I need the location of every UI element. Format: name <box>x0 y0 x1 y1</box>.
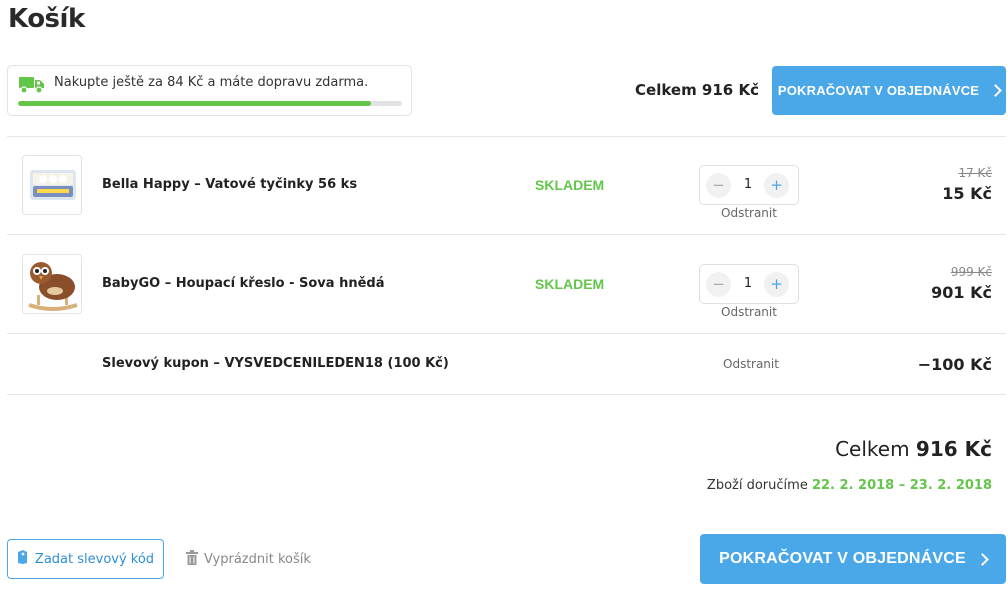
divider <box>7 333 1006 334</box>
coupon-amount: −100 Kč <box>917 355 992 374</box>
decrease-quantity-button[interactable]: − <box>706 173 731 198</box>
item-name[interactable]: BabyGO – Houpací křeslo - Sova hnědá <box>102 276 384 291</box>
delivery-dates: 22. 2. 2018 – 23. 2. 2018 <box>811 478 992 493</box>
quantity-stepper: − 1 + <box>699 165 799 205</box>
remove-item-link[interactable]: Odstranit <box>721 206 777 220</box>
remove-coupon-link[interactable]: Odstranit <box>723 357 779 371</box>
continue-order-label: POKRAČOVAT V OBJEDNÁVCE <box>719 550 966 567</box>
quantity-stepper: − 1 + <box>699 264 799 304</box>
product-image-cotton-buds[interactable] <box>22 155 82 215</box>
remove-item-link[interactable]: Odstranit <box>721 305 777 319</box>
increase-quantity-button[interactable]: + <box>764 173 789 198</box>
delivery-label: Zboží doručíme <box>706 478 808 493</box>
coupon-name: Slevový kupon – VYSVEDCENILEDEN18 (100 K… <box>102 356 449 371</box>
divider <box>7 394 1006 395</box>
shipping-progress-bar <box>18 101 402 106</box>
truck-icon <box>19 76 45 94</box>
product-image-owl-rocker[interactable] <box>22 254 82 314</box>
enter-coupon-label: Zadat slevový kód <box>34 551 155 567</box>
item-price: 15 Kč <box>942 184 992 203</box>
grand-total: Celkem 916 Kč <box>835 437 992 461</box>
continue-order-button-top[interactable]: POKRAČOVAT V OBJEDNÁVCE <box>772 66 1006 115</box>
delivery-estimate: Zboží doručíme 22. 2. 2018 – 23. 2. 2018 <box>707 478 992 493</box>
continue-order-label: POKRAČOVAT V OBJEDNÁVCE <box>777 83 980 98</box>
grand-total-label: Celkem <box>835 437 910 461</box>
shipping-progress-fill <box>18 101 372 106</box>
page-title: Košík <box>8 4 85 34</box>
chevron-right-icon <box>975 552 989 566</box>
old-price: 17 Kč <box>958 166 992 180</box>
coupon-icon <box>17 549 28 569</box>
empty-cart-button[interactable]: Vyprázdnit košík <box>186 550 311 569</box>
continue-order-button-bottom[interactable]: POKRAČOVAT V OBJEDNÁVCE <box>700 534 1006 584</box>
chevron-right-icon <box>989 84 1003 97</box>
item-name[interactable]: Bella Happy – Vatové tyčinky 56 ks <box>102 177 357 192</box>
decrease-quantity-button[interactable]: − <box>706 272 731 297</box>
trash-icon <box>186 550 198 569</box>
header-total: Celkem 916 Kč <box>635 81 759 99</box>
old-price: 999 Kč <box>950 265 992 279</box>
stock-status: SKLADEM <box>535 276 605 292</box>
divider <box>7 234 1006 235</box>
item-price: 901 Kč <box>931 283 992 302</box>
quantity-value[interactable]: 1 <box>738 276 758 291</box>
quantity-value[interactable]: 1 <box>738 177 758 192</box>
grand-total-value: 916 Kč <box>915 437 992 461</box>
empty-cart-label: Vyprázdnit košík <box>204 552 311 567</box>
enter-coupon-button[interactable]: Zadat slevový kód <box>7 539 164 579</box>
free-shipping-notice: Nakupte ještě za 84 Kč a máte dopravu zd… <box>7 65 412 116</box>
stock-status: SKLADEM <box>535 177 605 193</box>
shipping-message: Nakupte ještě za 84 Kč a máte dopravu zd… <box>54 75 369 90</box>
divider <box>7 136 1006 137</box>
increase-quantity-button[interactable]: + <box>764 272 789 297</box>
